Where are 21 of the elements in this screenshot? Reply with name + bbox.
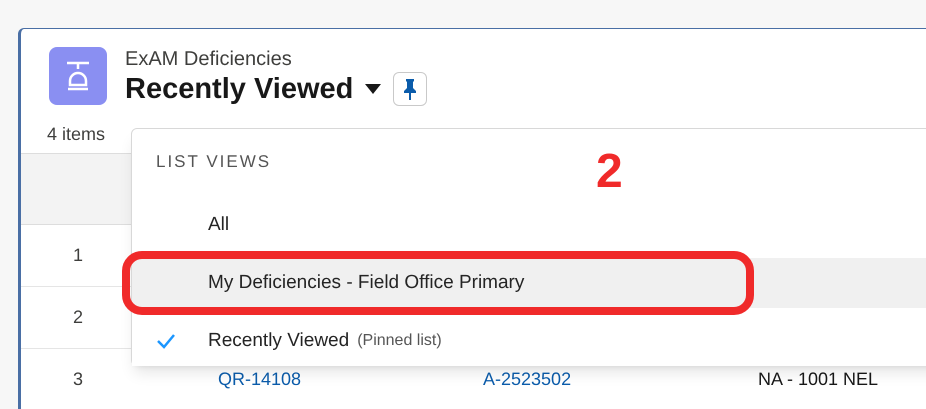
row-number: 1 <box>72 244 84 267</box>
item-count: 4 items <box>47 124 106 144</box>
option-label: My Deficiencies - Field Office Primary <box>208 270 524 295</box>
menu-heading: LIST VIEWS <box>156 151 272 173</box>
row-number: 2 <box>72 306 84 329</box>
list-view-selector[interactable]: Recently Viewed <box>125 71 382 107</box>
caret-icon <box>365 84 382 94</box>
record-link[interactable]: A-2523502 <box>483 366 758 393</box>
option-label: All <box>208 212 230 237</box>
annotation-number: 2 <box>596 148 623 196</box>
option-label: Recently Viewed <box>208 328 350 353</box>
object-icon <box>49 47 107 105</box>
list-view-option[interactable]: Recently Viewed (Pinned list) <box>132 316 926 366</box>
row-number: 3 <box>72 368 84 391</box>
table-cell-text: NA - 1001 NEL <box>758 368 878 391</box>
pin-button[interactable] <box>393 72 428 106</box>
pin-icon <box>404 78 416 100</box>
object-name: ExAM Deficiencies <box>125 47 293 71</box>
option-note: (Pinned list) <box>357 331 442 351</box>
record-link[interactable]: QR-14108 <box>218 366 483 393</box>
list-view-option[interactable]: My Deficiencies - Field Office Primary <box>132 258 926 308</box>
